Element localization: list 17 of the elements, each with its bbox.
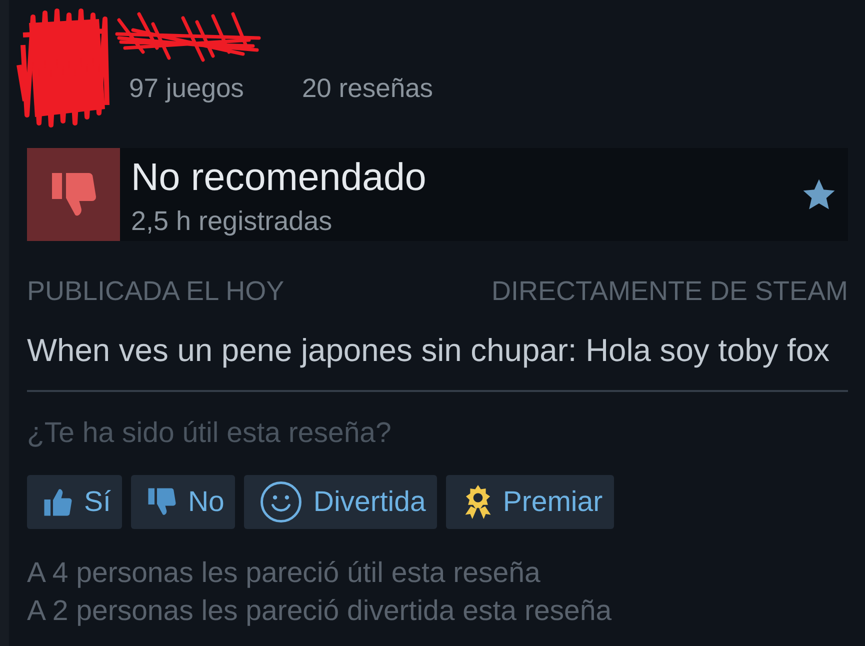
no-button[interactable]: No — [130, 475, 236, 529]
review-text: When ves un pene japones sin chupar: Hola soy toby fox — [27, 332, 830, 368]
reviews-count: 20 reseñas — [302, 73, 434, 103]
thumbs-up-icon — [43, 486, 73, 518]
smiley-icon — [260, 481, 302, 523]
helpful-question: ¿Te ha sido útil esta reseña? — [27, 417, 392, 449]
posted-date: PUBLICADA EL HOY — [27, 276, 284, 306]
thumbs-down-icon — [146, 486, 177, 518]
yes-button[interactable]: Sí — [27, 475, 122, 529]
games-count: 97 juegos — [129, 73, 244, 103]
vote-tally: A 4 personas les pareció útil esta reseña — [27, 556, 542, 591]
hours-played: 2,5 h registradas — [131, 206, 334, 236]
review-source: DIRECTAMENTE DE STEAM — [491, 276, 848, 306]
funny-button[interactable]: Divertida — [244, 475, 437, 529]
verdict-title: No recomendado — [131, 156, 428, 200]
vote-tally: A 2 personas les pareció divertida esta reseña — [27, 594, 613, 629]
award-button[interactable]: Premiar — [446, 475, 614, 529]
